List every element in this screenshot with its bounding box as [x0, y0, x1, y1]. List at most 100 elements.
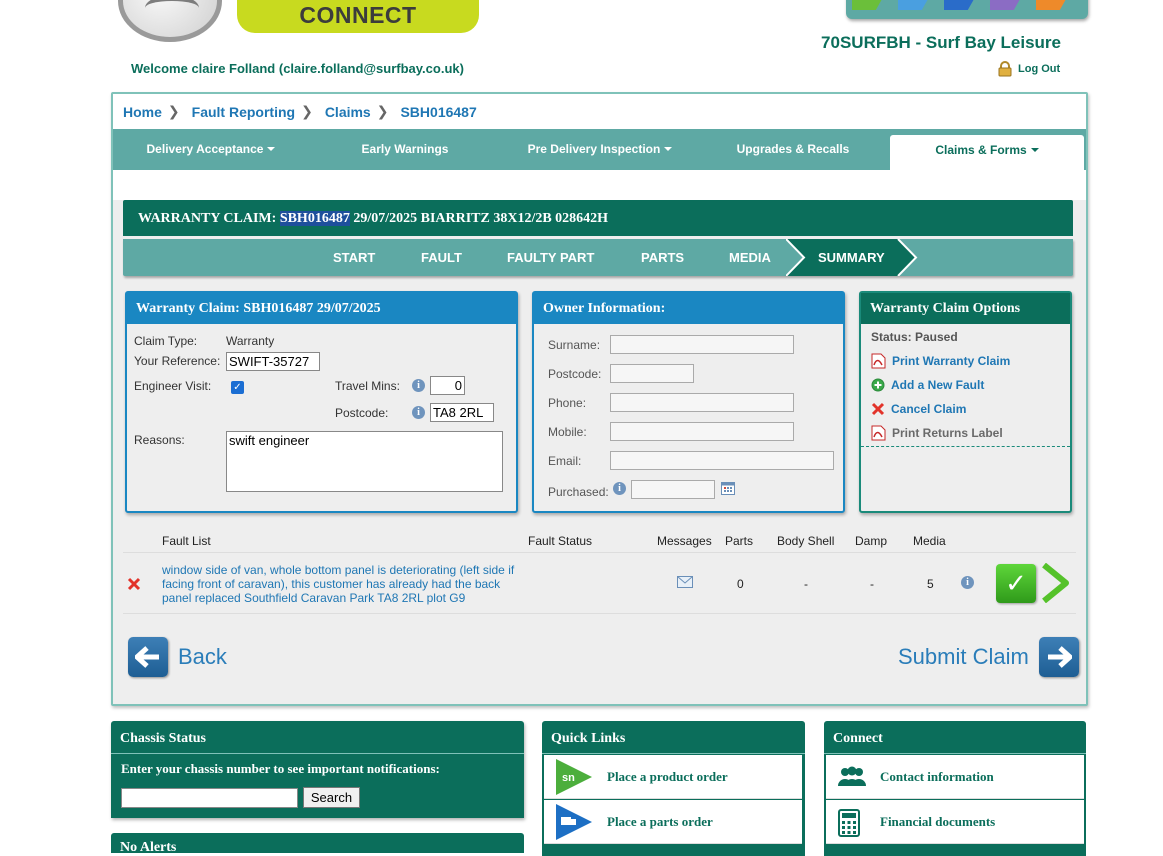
caret-down-icon — [1030, 148, 1039, 152]
step-fault[interactable]: FAULT — [421, 239, 462, 276]
mobile-input[interactable] — [610, 422, 794, 441]
claim-options-title: Warranty Claim Options — [861, 293, 1070, 324]
fault-damp: - — [870, 577, 874, 591]
breadcrumb: Home ❯ Fault Reporting ❯ Claims ❯ SBH016487 — [113, 94, 1086, 129]
arrow-left-icon — [128, 637, 168, 677]
add-new-fault-link[interactable]: Add a New Fault — [871, 378, 984, 392]
dealer-name: 70SURFBH - Surf Bay Leisure — [821, 33, 1061, 52]
submit-claim-button[interactable]: Submit Claim — [898, 637, 1079, 677]
quick-link-product-order[interactable]: sn Place a product order — [544, 755, 802, 799]
options-divider — [861, 446, 1070, 447]
connect-financial-documents[interactable]: Financial documents — [826, 800, 1084, 844]
connect-logo: CONNECT — [237, 0, 479, 33]
fault-status-header: Fault Status — [528, 534, 593, 548]
chevron-right-icon: ❯ — [301, 103, 313, 119]
owner-information-title: Owner Information: — [534, 293, 843, 324]
messages-header: Messages — [657, 534, 712, 548]
logout-label: Log Out — [1018, 63, 1061, 75]
nav-early-warnings[interactable]: Early Warnings — [309, 129, 501, 170]
your-reference-label: Your Reference: — [134, 354, 221, 368]
owner-postcode-input[interactable] — [610, 364, 694, 383]
print-returns-label-link[interactable]: Print Returns Label — [871, 425, 1003, 441]
step-summary[interactable]: SUMMARY — [818, 239, 885, 276]
print-warranty-claim-link[interactable]: Print Warranty Claim — [871, 353, 1010, 369]
claim-title-bar: WARRANTY CLAIM: SBH016487 29/07/2025 BIA… — [123, 200, 1073, 236]
quick-link-parts-order[interactable]: Place a parts order — [544, 800, 802, 844]
fault-info-icon[interactable]: i — [961, 576, 974, 589]
claim-title-details: 29/07/2025 BIARRITZ 38X12/2B 028642H — [353, 211, 609, 226]
pdf-icon — [871, 425, 886, 441]
delete-fault-icon[interactable] — [127, 577, 141, 591]
fault-next-arrow-icon[interactable] — [1040, 563, 1070, 603]
postcode-info-icon[interactable]: i — [412, 406, 425, 419]
breadcrumb-home[interactable]: Home — [123, 104, 162, 120]
fault-complete-icon[interactable]: ✓ — [996, 564, 1036, 603]
cancel-claim-link[interactable]: Cancel Claim — [871, 402, 966, 416]
reasons-textarea[interactable]: swift engineer — [226, 431, 503, 492]
contact-information-label: Contact information — [880, 768, 994, 784]
owner-information-box: Owner Information: Surname: Postcode: Ph… — [532, 291, 845, 513]
purchased-info-icon[interactable]: i — [613, 482, 626, 495]
calculator-icon — [838, 809, 860, 837]
chassis-number-input[interactable] — [121, 788, 298, 808]
claim-type-value: Warranty — [226, 334, 275, 348]
step-media[interactable]: MEDIA — [729, 239, 771, 276]
connect-contact-information[interactable]: Contact information — [826, 755, 1084, 799]
envelope-icon[interactable] — [677, 576, 693, 588]
breadcrumb-claim-ref[interactable]: SBH016487 — [400, 104, 476, 120]
nav-upgrades-recalls[interactable]: Upgrades & Recalls — [699, 129, 887, 170]
financial-documents-label: Financial documents — [880, 813, 996, 829]
chevron-right-icon: ❯ — [376, 103, 389, 119]
surname-input[interactable] — [610, 335, 794, 354]
chassis-status-panel: Chassis Status Enter your chassis number… — [111, 721, 524, 818]
brand-chevron-purple — [990, 0, 1024, 10]
quick-links-panel: Quick Links sn Place a product order Pla… — [542, 721, 805, 856]
claim-status: Status: Paused — [871, 330, 958, 344]
cancel-claim-label: Cancel Claim — [891, 402, 967, 416]
parts-order-icon — [556, 804, 592, 840]
phone-input[interactable] — [610, 393, 794, 412]
nav-delivery-acceptance[interactable]: Delivery Acceptance — [113, 129, 309, 170]
your-reference-input[interactable]: SWIFT-35727 — [226, 352, 320, 371]
chevron-right-icon: ❯ — [167, 103, 180, 119]
breadcrumb-claims[interactable]: Claims — [325, 104, 371, 120]
travel-mins-label: Travel Mins: — [335, 379, 400, 393]
surname-label: Surname: — [548, 338, 601, 352]
breadcrumb-fault-reporting[interactable]: Fault Reporting — [192, 104, 295, 120]
fault-description-link[interactable]: window side of van, whole bottom panel i… — [162, 563, 524, 605]
travel-mins-input[interactable]: 0 — [430, 376, 465, 395]
nav-pre-delivery-inspection[interactable]: Pre Delivery Inspection — [501, 129, 699, 170]
fault-media-count: 5 — [927, 577, 934, 591]
step-parts[interactable]: PARTS — [641, 239, 684, 276]
company-logo — [118, 0, 222, 42]
submit-claim-label: Submit Claim — [898, 644, 1029, 669]
fault-list-header: Fault List — [162, 534, 211, 548]
nav-claims-forms[interactable]: Claims & Forms — [890, 135, 1084, 170]
add-new-fault-label: Add a New Fault — [891, 378, 985, 392]
quick-link-parts-order-label: Place a parts order — [607, 813, 713, 829]
print-warranty-claim-label: Print Warranty Claim — [892, 354, 1011, 368]
svg-text:sn: sn — [562, 772, 575, 784]
postcode-input[interactable]: TA8 2RL — [430, 403, 494, 422]
body-shell-header: Body Shell — [777, 534, 835, 548]
claim-steps: START FAULT FAULTY PART PARTS MEDIA SUMM… — [123, 239, 1073, 276]
logout-link[interactable]: Log Out — [997, 61, 1060, 77]
step-faulty-part[interactable]: FAULTY PART — [507, 239, 594, 276]
back-button[interactable]: Back — [128, 637, 227, 677]
email-label: Email: — [548, 454, 582, 468]
product-order-icon: sn — [556, 759, 592, 795]
travel-mins-info-icon[interactable]: i — [412, 379, 425, 392]
step-start[interactable]: START — [333, 239, 375, 276]
arrow-right-icon — [1038, 637, 1079, 677]
engineer-visit-checkbox[interactable]: ✓ — [231, 381, 244, 394]
email-input[interactable] — [610, 451, 834, 470]
quick-link-product-order-label: Place a product order — [607, 768, 728, 784]
calendar-icon[interactable] — [721, 481, 735, 495]
purchased-date-input[interactable] — [631, 480, 715, 499]
owner-postcode-label: Postcode: — [548, 367, 602, 381]
chassis-search-button[interactable]: Search — [303, 787, 360, 808]
brand-chevron-blue — [944, 0, 978, 10]
warranty-claim-box-title: Warranty Claim: SBH016487 29/07/2025 — [127, 293, 516, 324]
print-returns-label-text: Print Returns Label — [892, 426, 1003, 440]
caret-down-icon — [267, 147, 276, 151]
